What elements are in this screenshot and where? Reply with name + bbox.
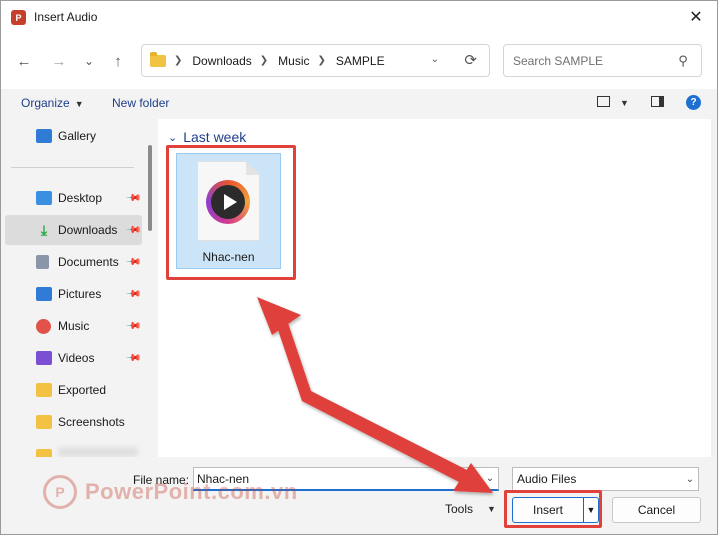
watermark: P PowerPoint.com.vn xyxy=(43,475,298,509)
chevron-down-icon: ⌄ xyxy=(168,131,178,144)
tools-menu[interactable]: Tools xyxy=(445,502,473,516)
forward-arrow-icon: → xyxy=(51,52,67,70)
title-bar: P Insert Audio ✕ xyxy=(1,1,717,33)
pin-icon: 📌 xyxy=(124,221,142,239)
sidebar-item-label: Pictures xyxy=(58,287,102,301)
sidebar-scrollbar[interactable] xyxy=(148,145,152,231)
file-type-select[interactable]: Audio Files ⌄ xyxy=(512,467,699,491)
sidebar-item-music[interactable]: Music 📌 xyxy=(5,311,142,341)
close-icon: ✕ xyxy=(689,9,703,26)
chevron-right-icon: ❯ xyxy=(317,55,326,66)
cancel-button[interactable]: Cancel xyxy=(612,497,701,523)
insert-audio-dialog: P Insert Audio ✕ ← → ⌄ ↑ ❯ Downloads ❯ M… xyxy=(0,0,718,535)
chevron-down-icon: ⌄ xyxy=(83,54,95,68)
pictures-icon xyxy=(36,287,52,301)
desktop-icon xyxy=(36,191,52,205)
breadcrumb-sample[interactable]: SAMPLE xyxy=(336,54,385,68)
gallery-icon xyxy=(36,129,52,143)
search-input[interactable]: Search SAMPLE xyxy=(513,54,673,68)
sidebar-item-label: Desktop xyxy=(58,191,103,205)
view-dropdown-icon[interactable]: ▼ xyxy=(620,98,629,108)
folder-icon xyxy=(150,51,166,67)
refresh-icon[interactable]: ⟳ xyxy=(464,51,477,69)
close-button[interactable]: ✕ xyxy=(683,5,709,29)
pin-icon: 📌 xyxy=(124,349,142,367)
download-icon: ⤓ xyxy=(40,222,48,238)
search-icon: ⚲ xyxy=(678,52,688,68)
chevron-right-icon: ❯ xyxy=(174,55,183,66)
up-button[interactable]: ↑ xyxy=(108,51,128,71)
document-icon xyxy=(36,255,49,269)
sidebar-item-label: Videos xyxy=(58,351,95,365)
view-mode-icon[interactable] xyxy=(597,96,610,107)
pin-icon: 📌 xyxy=(124,189,142,207)
forward-button[interactable]: → xyxy=(49,51,69,71)
file-list-scrollbar[interactable] xyxy=(711,119,715,457)
organize-menu[interactable]: Organize ▼ xyxy=(21,96,84,110)
navigation-pane: Gallery Desktop 📌 ⤓ Downloads 📌 Document… xyxy=(1,119,155,457)
navigation-bar: ← → ⌄ ↑ ❯ Downloads ❯ Music ❯ SAMPLE ⌄ ⟳… xyxy=(1,33,717,89)
sidebar-divider xyxy=(11,167,134,168)
caret-down-icon: ▼ xyxy=(74,99,84,109)
sidebar-item-label: Documents xyxy=(58,255,119,269)
sidebar-item-downloads[interactable]: ⤓ Downloads 📌 xyxy=(5,215,142,245)
sidebar-item-gallery[interactable]: Gallery xyxy=(5,121,142,151)
group-label: Last week xyxy=(183,129,247,145)
music-icon xyxy=(36,318,51,334)
pin-icon: 📌 xyxy=(124,317,142,335)
sidebar-item-label: Screenshots xyxy=(58,415,125,429)
chevron-right-icon: ❯ xyxy=(259,55,269,66)
watermark-logo-icon: P xyxy=(43,475,77,509)
sidebar-item-exported[interactable]: Exported xyxy=(5,375,142,405)
new-folder-label: New folder xyxy=(112,96,170,110)
folder-icon xyxy=(36,449,52,457)
sidebar-item-screenshots[interactable]: Screenshots xyxy=(5,407,142,437)
back-button[interactable]: ← xyxy=(14,51,34,71)
sidebar-item-label: Downloads xyxy=(58,223,118,237)
chevron-down-icon[interactable]: ⌄ xyxy=(482,473,498,484)
sidebar-item-videos[interactable]: Videos 📌 xyxy=(5,343,142,373)
search-box[interactable]: Search SAMPLE ⚲ xyxy=(503,44,702,77)
up-arrow-icon: ↑ xyxy=(114,52,122,70)
new-folder-button[interactable]: New folder xyxy=(112,96,169,110)
file-type-value: Audio Files xyxy=(517,472,577,486)
sidebar-item-label: Exported xyxy=(58,383,107,397)
organize-label: Organize xyxy=(21,96,70,110)
group-header[interactable]: ⌄ Last week xyxy=(168,129,246,145)
sidebar-item-label: Music xyxy=(58,319,90,333)
pin-icon: 📌 xyxy=(124,253,142,271)
dialog-title: Insert Audio xyxy=(34,10,98,24)
breadcrumb-music[interactable]: Music xyxy=(278,54,309,68)
insert-highlight-box xyxy=(504,490,602,528)
sidebar-item-label: Gallery xyxy=(58,129,97,143)
folder-icon xyxy=(36,383,52,397)
command-bar: Organize ▼ New folder ▼ ? xyxy=(1,89,717,119)
breadcrumb-downloads[interactable]: Downloads xyxy=(192,54,251,68)
pin-icon: 📌 xyxy=(124,285,142,303)
sidebar-item-pictures[interactable]: Pictures 📌 xyxy=(5,279,142,309)
powerpoint-icon: P xyxy=(11,10,26,25)
address-bar[interactable]: ❯ Downloads ❯ Music ❯ SAMPLE ⌄ ⟳ xyxy=(141,44,490,77)
videos-icon xyxy=(36,351,52,365)
chevron-down-icon: ⌄ xyxy=(685,473,695,485)
sidebar-item-desktop[interactable]: Desktop 📌 xyxy=(5,183,142,213)
back-arrow-icon: ← xyxy=(16,52,32,70)
help-icon[interactable]: ? xyxy=(686,95,701,110)
recent-locations-button[interactable]: ⌄ xyxy=(79,51,99,71)
caret-down-icon[interactable]: ▼ xyxy=(487,504,496,514)
blurred-item xyxy=(58,447,138,457)
file-highlight-box xyxy=(166,145,296,280)
sidebar-item-documents[interactable]: Documents 📌 xyxy=(5,247,142,277)
watermark-text: PowerPoint.com.vn xyxy=(85,479,298,504)
folder-icon xyxy=(36,415,52,429)
preview-pane-icon[interactable] xyxy=(651,96,664,107)
address-dropdown-icon[interactable]: ⌄ xyxy=(431,54,439,65)
